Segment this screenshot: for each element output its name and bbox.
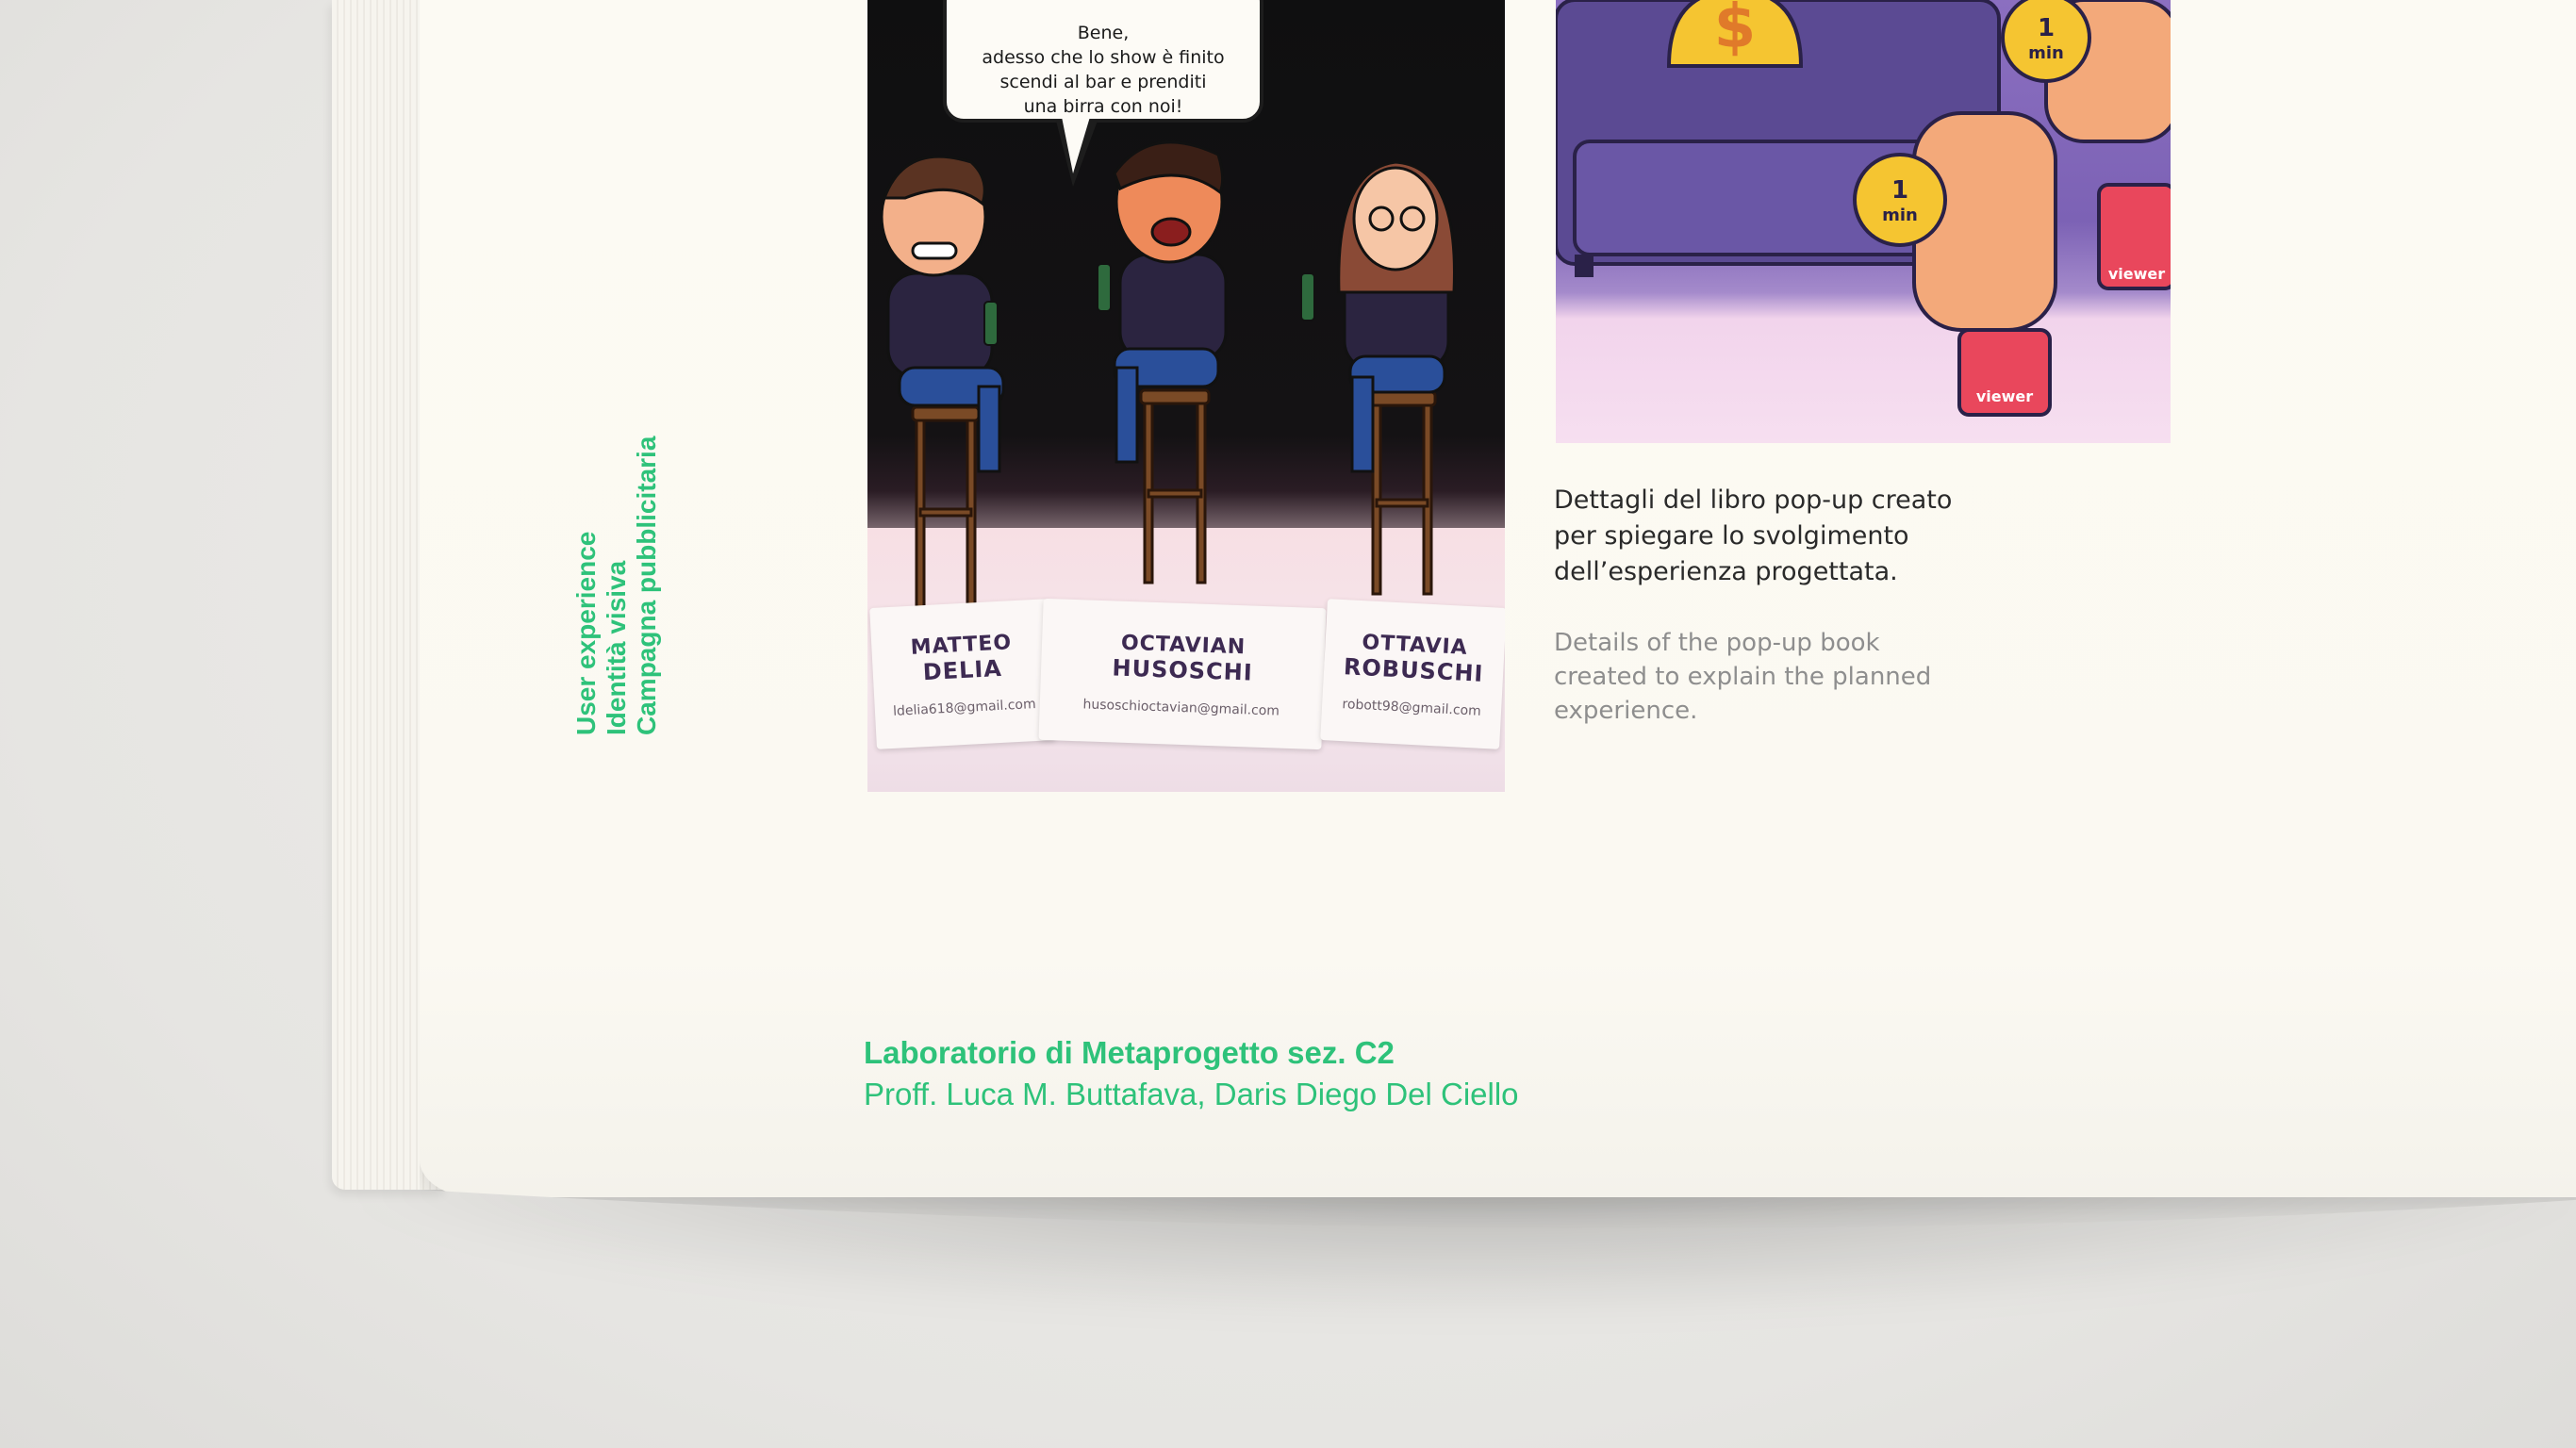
dollar-sign: $: [1714, 0, 1757, 62]
sofa-coin-illustration: $ 1 min viewer 1 min viewer: [1556, 0, 2171, 417]
speech-line-1: Bene,: [1077, 23, 1130, 43]
course-professors: Proff. Luca M. Buttafava, Daris Diego De…: [864, 1077, 1519, 1111]
coin-unit: min: [2028, 43, 2064, 63]
card-email: robott98@gmail.com: [1342, 697, 1482, 719]
caption-italian-line-1: Dettagli del libro pop-up creato: [1554, 485, 1953, 515]
character-octavian: [1097, 140, 1228, 464]
character-matteo: [880, 155, 1005, 473]
caption-english-line-2: created to explain the planned: [1554, 663, 1932, 691]
coin-number: 1: [2038, 14, 2055, 42]
tag-user-experience: User experience: [571, 531, 601, 735]
caption-english-line-3: experience.: [1554, 697, 1698, 725]
speech-bubble: Bene, adesso che lo show è finito scendi…: [943, 0, 1263, 123]
tag-visual-identity: Identità visiva: [602, 560, 631, 735]
speech-line-2: adesso che lo show è finito: [982, 47, 1225, 68]
popup-bar-photo: Bene, adesso che lo show è finito scendi…: [867, 0, 1505, 792]
name-card-matteo: MATTEO DELIA ldelia618@gmail.com: [869, 599, 1056, 749]
popup-sofa-photo: $ 1 min viewer 1 min viewer: [1556, 0, 2171, 443]
speech-line-3: scendi al bar e prenditi: [999, 72, 1207, 92]
card-email: husoschioctavian@gmail.com: [1082, 697, 1280, 719]
caption-italian-line-2: per spiegare lo svolgimento: [1554, 521, 1909, 551]
course-title: Laboratorio di Metaprogetto sez. C2: [864, 1035, 1395, 1070]
caption-english-line-1: Details of the pop-up book: [1554, 629, 1880, 657]
coin-number: 1: [1891, 176, 1908, 205]
sleeve-brand: viewer: [1976, 387, 2033, 405]
card-email: ldelia618@gmail.com: [892, 696, 1037, 719]
name-card-ottavia: OTTAVIA ROBUSCHI robott98@gmail.com: [1320, 599, 1505, 749]
name-card-octavian: OCTAVIAN HUSOSCHI husoschioctavian@gmail…: [1038, 598, 1327, 750]
coin-unit: min: [1882, 206, 1918, 225]
caption-italian: Dettagli del libro pop-up creato per spi…: [1554, 483, 1969, 590]
vertical-tags: User experience Identità visiva Campagna…: [571, 436, 662, 735]
caption-italian-line-3: dell’esperienza progettata.: [1554, 557, 1898, 586]
scene: User experience Identità visiva Campagna…: [0, 0, 2576, 1448]
tag-ad-campaign: Campagna pubblicitaria: [632, 436, 661, 735]
caption-english: Details of the pop-up book created to ex…: [1554, 626, 1969, 728]
sleeve-brand: viewer: [2108, 265, 2165, 283]
dollar-coin: $: [1666, 0, 1804, 68]
